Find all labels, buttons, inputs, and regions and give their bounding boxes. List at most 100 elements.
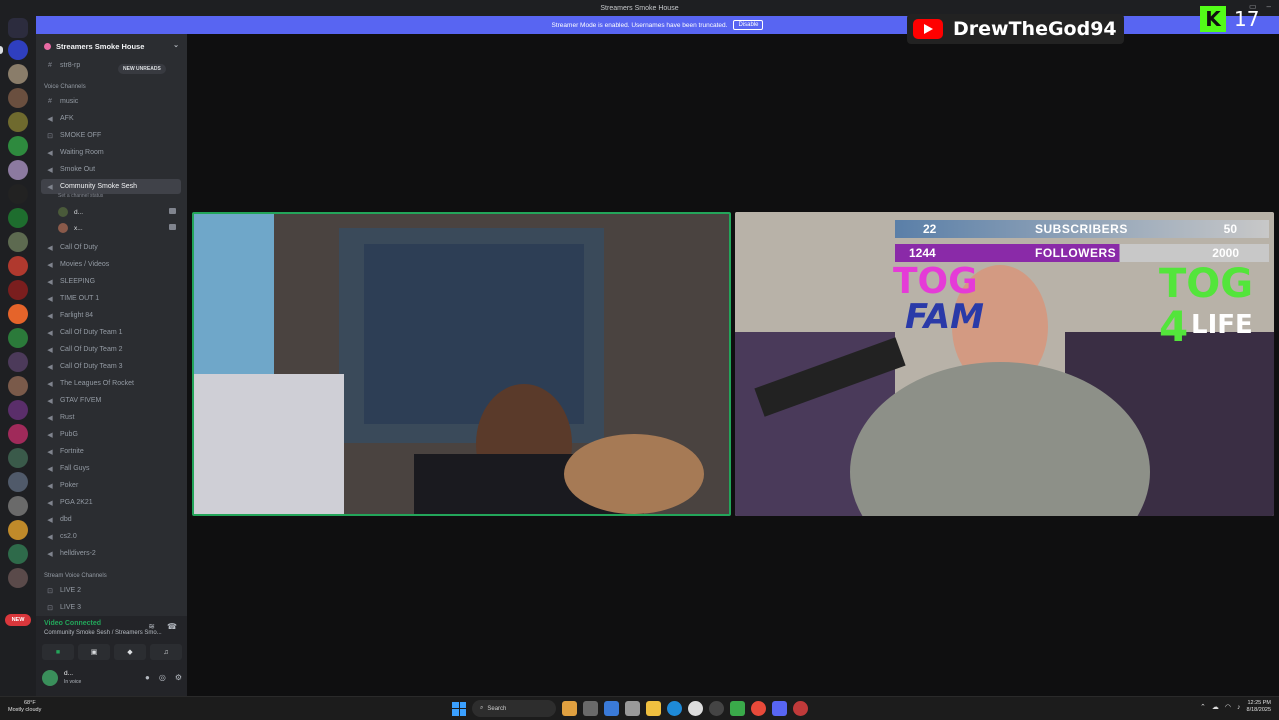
- disconnect-icon[interactable]: ☎: [167, 622, 177, 631]
- avatar[interactable]: [42, 670, 58, 686]
- gear-icon[interactable]: ⚙: [175, 673, 182, 682]
- voice-user[interactable]: d...: [58, 205, 176, 219]
- chevron-up-icon[interactable]: ⌃: [1200, 703, 1206, 711]
- channel-call-of-duty-team-1[interactable]: ◀ Call Of Duty Team 1: [41, 325, 181, 340]
- channel-cs2-0[interactable]: ◀ cs2.0: [41, 529, 181, 544]
- channel-call-of-duty-team-2[interactable]: ◀ Call Of Duty Team 2: [41, 342, 181, 357]
- voice-user[interactable]: x...: [58, 221, 176, 235]
- server-icon[interactable]: [8, 400, 28, 420]
- guild-header[interactable]: Streamers Smoke House ⌄: [36, 34, 187, 58]
- server-icon[interactable]: [8, 328, 28, 348]
- channel-live-3[interactable]: ⊡ LIVE 3: [41, 600, 181, 615]
- taskbar-app-icon[interactable]: [583, 701, 598, 716]
- channel-poker[interactable]: ◀ Poker: [41, 478, 181, 493]
- server-icon[interactable]: [8, 280, 28, 300]
- channel-live-2[interactable]: ⊡ LIVE 2: [41, 583, 181, 598]
- category-voice-channels[interactable]: Voice Channels: [44, 84, 86, 90]
- voice-connected-status[interactable]: Video Connected: [44, 620, 101, 627]
- wifi-icon[interactable]: ◠: [1225, 703, 1231, 711]
- disable-streamer-mode-button[interactable]: Disable: [733, 20, 764, 30]
- start-icon[interactable]: [452, 701, 466, 716]
- screen-share-button[interactable]: ▣: [78, 644, 110, 660]
- video-tile-participant-1[interactable]: [192, 212, 731, 516]
- channel-fortnite[interactable]: ◀ Fortnite: [41, 444, 181, 459]
- channel-gtav-fivem[interactable]: ◀ GTAV FIVEM: [41, 393, 181, 408]
- server-icon[interactable]: [8, 352, 28, 372]
- speaker-icon: ◀: [47, 166, 53, 174]
- weather-widget[interactable]: 68°F Mostly cloudy: [8, 700, 41, 714]
- server-icon[interactable]: [8, 256, 28, 276]
- channel-smoke-off[interactable]: ⊡ SMOKE OFF: [41, 128, 181, 143]
- server-icon[interactable]: [8, 568, 28, 588]
- server-icon[interactable]: [8, 184, 28, 204]
- channel-status-hint[interactable]: Set a channel status: [58, 193, 103, 199]
- activities-button[interactable]: ◆: [114, 644, 146, 660]
- user-controls: ● ◎ ⚙: [145, 673, 182, 682]
- volume-icon[interactable]: ♪: [1237, 704, 1241, 711]
- channel-smoke-out[interactable]: ◀ Smoke Out: [41, 162, 181, 177]
- server-icon[interactable]: [8, 544, 28, 564]
- server-icon[interactable]: [8, 40, 28, 60]
- taskbar-app-icon[interactable]: [793, 701, 808, 716]
- speaker-icon: ◀: [47, 465, 53, 473]
- taskbar-app-icon[interactable]: [709, 701, 724, 716]
- minimize-icon[interactable]: –: [1267, 2, 1271, 11]
- microphone-icon[interactable]: ●: [145, 673, 150, 682]
- server-icon[interactable]: [8, 448, 28, 468]
- channel-community-smoke-sesh[interactable]: ◀ Community Smoke Sesh: [41, 179, 181, 194]
- channel-call-of-duty-team-3[interactable]: ◀ Call Of Duty Team 3: [41, 359, 181, 374]
- taskbar-app-icon[interactable]: [562, 701, 577, 716]
- channel-call-of-duty[interactable]: ◀ Call Of Duty: [41, 240, 181, 255]
- channel-sleeping[interactable]: ◀ SLEEPING: [41, 274, 181, 289]
- channel-music[interactable]: # music: [41, 94, 181, 109]
- server-icon[interactable]: [8, 472, 28, 492]
- server-icon[interactable]: [8, 112, 28, 132]
- xbox-icon[interactable]: [730, 701, 745, 716]
- channel-rust[interactable]: ◀ Rust: [41, 410, 181, 425]
- channel-label: dbd: [60, 516, 72, 523]
- tog-life-number: 4: [1159, 302, 1189, 351]
- channel-fall-guys[interactable]: ◀ Fall Guys: [41, 461, 181, 476]
- channel-farlight-84[interactable]: ◀ Farlight 84: [41, 308, 181, 323]
- noise-suppression-icon[interactable]: ≋: [148, 622, 155, 631]
- server-icon[interactable]: [8, 160, 28, 180]
- channel-waiting-room[interactable]: ◀ Waiting Room: [41, 145, 181, 160]
- taskbar-search[interactable]: ⌕ Search: [472, 700, 556, 717]
- taskbar-app-icon[interactable]: [688, 701, 703, 716]
- server-icon[interactable]: [8, 424, 28, 444]
- cloud-icon[interactable]: ☁: [1212, 703, 1219, 711]
- taskbar-app-icon[interactable]: [625, 701, 640, 716]
- server-icon[interactable]: [8, 376, 28, 396]
- folder-icon[interactable]: [646, 701, 661, 716]
- server-icon[interactable]: [8, 496, 28, 516]
- clock[interactable]: 12:25 PM 8/18/2025: [1247, 700, 1271, 714]
- camera-button[interactable]: ■: [42, 644, 74, 660]
- server-icon[interactable]: [8, 64, 28, 84]
- channel-time-out-1[interactable]: ◀ TIME OUT 1: [41, 291, 181, 306]
- server-icon[interactable]: [8, 208, 28, 228]
- server-icon[interactable]: [8, 520, 28, 540]
- headphones-icon[interactable]: ◎: [159, 673, 166, 682]
- category-stream-voice-channels[interactable]: Stream Voice Channels: [44, 573, 107, 579]
- server-icon-home[interactable]: [8, 18, 28, 38]
- channel-afk[interactable]: ◀ AFK: [41, 111, 181, 126]
- voice-connected-channel[interactable]: Community Smoke Sesh / Streamers Smo...: [44, 630, 162, 636]
- server-icon[interactable]: [8, 304, 28, 324]
- channel-movies-videos[interactable]: ◀ Movies / Videos: [41, 257, 181, 272]
- window-title: Streamers Smoke House: [600, 4, 679, 12]
- server-icon[interactable]: [8, 136, 28, 156]
- channel-helldivers-2[interactable]: ◀ helldivers-2: [41, 546, 181, 561]
- channel-pga-2k21[interactable]: ◀ PGA 2K21: [41, 495, 181, 510]
- channel-dbd[interactable]: ◀ dbd: [41, 512, 181, 527]
- chrome-icon[interactable]: [751, 701, 766, 716]
- discord-icon[interactable]: [772, 701, 787, 716]
- server-icon[interactable]: [8, 88, 28, 108]
- video-tile-participant-2[interactable]: 22 SUBSCRIBERS 50 1244 FOLLOWERS 2000 TO…: [735, 212, 1274, 516]
- edge-icon[interactable]: [667, 701, 682, 716]
- taskbar-app-icon[interactable]: [604, 701, 619, 716]
- channel-the-leagues-of-rocket[interactable]: ◀ The Leagues Of Rocket: [41, 376, 181, 391]
- channel-pubg[interactable]: ◀ PubG: [41, 427, 181, 442]
- server-icon[interactable]: [8, 232, 28, 252]
- soundboard-button[interactable]: ♫: [150, 644, 182, 660]
- new-unreads-pill[interactable]: NEW UNREADS: [118, 64, 166, 74]
